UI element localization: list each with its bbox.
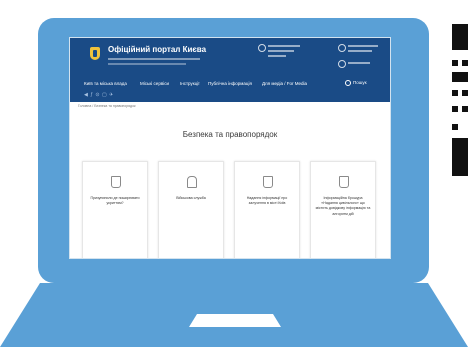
nav-item-public-info[interactable]: Публічна інформація bbox=[208, 81, 252, 86]
kyiv-crest-icon bbox=[111, 176, 121, 188]
nav-item-city[interactable]: Київ та міська влада bbox=[84, 81, 127, 86]
card-military-service[interactable]: Військова служба bbox=[158, 161, 224, 258]
soldier-icon bbox=[187, 176, 197, 188]
nav-item-instructions[interactable]: Інструкції bbox=[180, 81, 200, 86]
breadcrumb[interactable]: Головна / Безпека та правопорядок bbox=[78, 104, 136, 108]
card-label: Військова служба bbox=[176, 196, 206, 200]
main-nav: Київ та міська влада Міські сервіси Інст… bbox=[84, 81, 384, 91]
account-icon[interactable] bbox=[338, 44, 346, 52]
search-label: Пошук bbox=[353, 80, 367, 86]
search-button[interactable]: Пошук bbox=[345, 80, 367, 86]
side-decoration bbox=[452, 20, 468, 190]
site-subtitle-line bbox=[108, 63, 186, 65]
language-icon[interactable] bbox=[338, 60, 346, 68]
kyiv-crest-icon bbox=[339, 176, 349, 188]
nav-item-services[interactable]: Міські сервіси bbox=[140, 81, 169, 86]
social-links[interactable]: ◀ ƒ ⊙ ▢ ✈ bbox=[84, 92, 114, 98]
card-label: Призупинили де поширювати укриттям? bbox=[90, 196, 140, 206]
portal-header: Офіційний портал Києва Київ та міська вл… bbox=[70, 38, 390, 102]
header-info-line bbox=[348, 45, 378, 47]
header-info-line bbox=[348, 50, 372, 52]
card-brochure[interactable]: Інформаційна брошура «Надання цивільного… bbox=[310, 161, 376, 258]
header-info-line bbox=[268, 50, 294, 52]
page-title: Безпека та правопорядок bbox=[182, 130, 278, 139]
header-info-line bbox=[268, 45, 300, 47]
laptop-screen: Офіційний портал Києва Київ та міська вл… bbox=[69, 37, 391, 259]
laptop-trackpad bbox=[189, 314, 281, 327]
card-label: Інформаційна брошура «Надання цивільного… bbox=[315, 196, 371, 216]
card-label: Надання інформації про залучення в місті… bbox=[246, 196, 288, 206]
card-shelters[interactable]: Призупинили де поширювати укриттям? bbox=[82, 161, 148, 258]
card-info[interactable]: Надання інформації про залучення в місті… bbox=[234, 161, 300, 258]
phone-icon[interactable] bbox=[258, 44, 266, 52]
search-icon bbox=[345, 80, 351, 86]
kyiv-crest-icon[interactable] bbox=[90, 47, 100, 60]
site-title[interactable]: Офіційний портал Києва bbox=[108, 45, 206, 54]
kyiv-crest-icon bbox=[263, 176, 273, 188]
header-info-line bbox=[348, 62, 370, 64]
site-subtitle-line bbox=[108, 58, 200, 60]
header-info-line bbox=[268, 55, 286, 57]
nav-item-media[interactable]: Для медіа / For Media bbox=[262, 81, 307, 86]
